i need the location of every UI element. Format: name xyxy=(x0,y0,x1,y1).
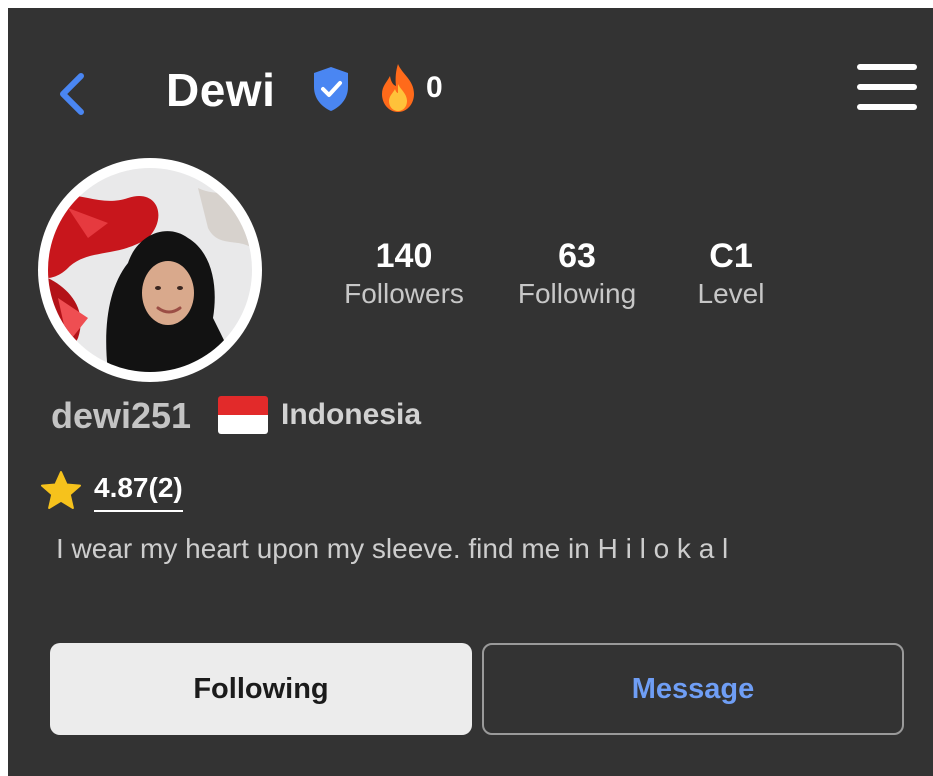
level-value: C1 xyxy=(709,237,753,275)
following-button[interactable]: Following xyxy=(50,643,472,735)
verified-shield-icon xyxy=(314,67,348,111)
fire-icon xyxy=(382,64,414,112)
profile-name-title: Dewi xyxy=(166,64,276,116)
followers-count: 140 xyxy=(375,237,433,275)
level-stat[interactable]: C1 Level xyxy=(651,236,811,312)
avatar[interactable] xyxy=(38,158,262,382)
menu-button[interactable] xyxy=(857,64,919,114)
hamburger-menu-icon xyxy=(857,104,917,110)
country-name: Indonesia xyxy=(281,398,422,431)
following-label: Following xyxy=(517,278,637,309)
hamburger-menu-icon xyxy=(857,64,917,70)
rating-link[interactable]: 4.87(2) xyxy=(94,470,183,512)
star-icon xyxy=(41,471,81,509)
fire-count: 0 xyxy=(426,71,443,104)
indonesia-flag-icon xyxy=(218,396,268,434)
username: dewi251 xyxy=(51,395,192,436)
followers-stat[interactable]: 140 Followers xyxy=(324,236,484,312)
level-label: Level xyxy=(697,278,765,309)
profile-photo xyxy=(48,168,252,372)
chevron-left-icon xyxy=(60,73,84,115)
followers-label: Followers xyxy=(344,278,464,309)
hamburger-menu-icon xyxy=(857,84,917,90)
back-button[interactable] xyxy=(46,66,98,122)
following-stat[interactable]: 63 Following xyxy=(497,236,657,312)
message-button[interactable]: Message xyxy=(482,643,904,735)
profile-bio: I wear my heart upon my sleeve. find me … xyxy=(56,533,729,564)
following-count: 63 xyxy=(558,237,596,275)
profile-screen: Dewi 0 140 Followers 63 Following C1 Lev… xyxy=(8,8,933,776)
